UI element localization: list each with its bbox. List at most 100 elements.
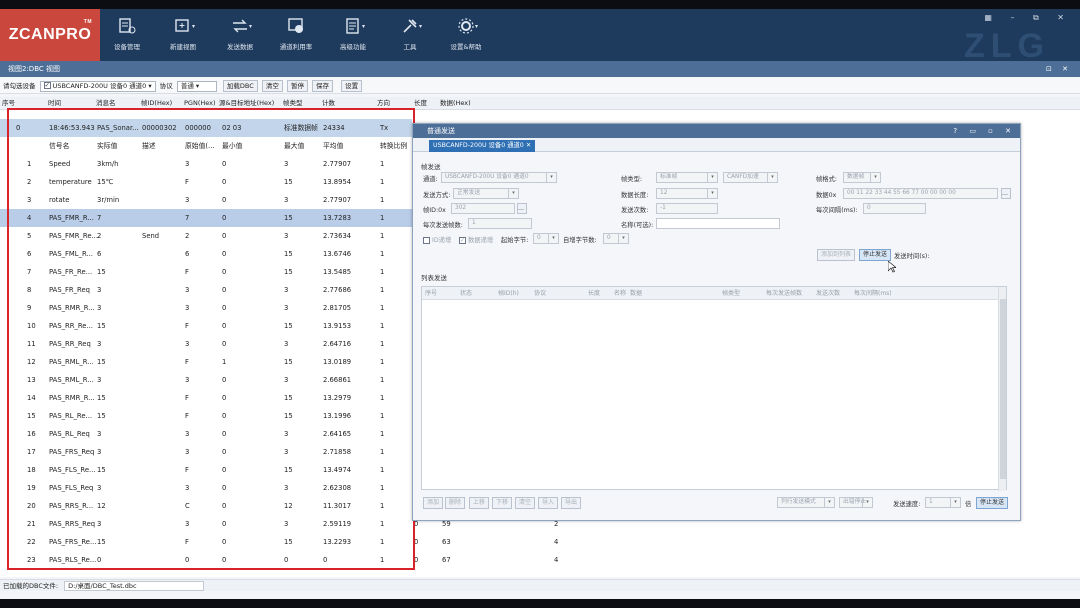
list-scrollbar[interactable]: [998, 287, 1006, 491]
signal-cell-raw: 3: [185, 484, 190, 492]
signal-cell-idx: 5: [27, 232, 32, 240]
advanced-button[interactable]: 高级功能 ▾: [324, 15, 382, 55]
signal-row[interactable]: 16 PAS_RL_Req 3 3 0 3 2.64165 1: [0, 425, 412, 443]
settings-help-button[interactable]: 设置&帮助 ▾: [437, 15, 495, 55]
list-down-button[interactable]: 下移: [492, 497, 513, 509]
device-select[interactable]: ✓ USBCANFD-200U 设备0 通道0 ▾: [39, 80, 156, 92]
dialog-tabs: USBCANFD-200U 设备0 通道0 ✕: [413, 138, 1020, 152]
new-view-button[interactable]: 新建视图 ▾: [154, 15, 212, 55]
send-mode-select[interactable]: 正常发送 ▾: [453, 188, 519, 199]
signal-row[interactable]: 9 PAS_RMR_R... 3 3 0 3 2.81705 1: [0, 299, 412, 317]
view-controls[interactable]: ⊡ ✕: [1046, 61, 1072, 77]
signal-cell-max: 3: [284, 196, 289, 204]
signal-row[interactable]: 10 PAS_RR_Re... 15 F 0 15 13.9153 1: [0, 317, 412, 335]
channel-select[interactable]: USBCANFD-200U 设备0 通道0 ▾: [441, 172, 557, 183]
signal-row[interactable]: 2 temperature 15℃ F 0 15 13.8954 1: [0, 173, 412, 191]
signal-cell-value: 15: [97, 466, 106, 474]
tab-channel[interactable]: USBCANFD-200U 设备0 通道0 ✕: [429, 140, 536, 152]
id-increment-checkbox[interactable]: ID递增: [423, 235, 451, 244]
signal-row[interactable]: 1 Speed 3km/h 3 0 3 2.77907 1: [0, 155, 412, 173]
signal-row[interactable]: 19 PAS_FLS_Req 3 3 0 3 2.62308 1: [0, 479, 412, 497]
add-to-list-button[interactable]: 添加到列表: [817, 249, 856, 261]
signal-row[interactable]: 4 PAS_FMR_R... 7 7 0 15 13.7283 1: [0, 209, 412, 227]
tail-cell-c: 4: [554, 556, 559, 564]
signal-row[interactable]: 22 PAS_FRS_Re... 15 F 0 15 13.2293 1: [0, 533, 412, 551]
data-label: 数据0x: [816, 192, 837, 199]
settings-button[interactable]: 设置: [341, 80, 363, 92]
close-icon[interactable]: ✕: [526, 142, 531, 149]
signal-row[interactable]: 17 PAS_FRS_Req 3 3 0 3 2.71858 1: [0, 443, 412, 461]
signal-row[interactable]: 5 PAS_FMR_Re... 2 Send 2 0 3 2.73634 1: [0, 227, 412, 245]
new-view-icon: [175, 19, 189, 32]
load-dbc-button[interactable]: 加载DBC: [222, 80, 258, 92]
signal-cell-avg: 2.81705: [323, 304, 352, 312]
speed-select[interactable]: 1 ▾: [925, 497, 961, 508]
signal-cell-value: 3: [97, 304, 102, 312]
signal-cell-max: 15: [284, 268, 293, 276]
tools-icon: [403, 19, 417, 33]
signal-cell-ratio: 1: [380, 466, 385, 474]
interval-field[interactable]: 0: [863, 203, 926, 214]
app-logo: ZCANPRO TM: [0, 9, 100, 61]
signal-row[interactable]: 13 PAS_RML_R... 3 3 0 3 2.66861 1: [0, 371, 412, 389]
frame-format-select[interactable]: 数据帧 ▾: [843, 172, 881, 183]
pause-button[interactable]: 暂停: [286, 80, 308, 92]
dialog-controls[interactable]: ? ▭ ▫ ✕: [953, 124, 1016, 138]
signal-cell-raw: F: [185, 322, 189, 330]
list-up-button[interactable]: 上移: [469, 497, 490, 509]
protocol-select[interactable]: 普通 ▾: [176, 80, 217, 92]
device-checkbox[interactable]: ✓: [43, 82, 51, 89]
list-add-button[interactable]: 添加: [423, 497, 444, 509]
save-button[interactable]: 保存: [312, 80, 334, 92]
device-manage-button[interactable]: 设备管理: [98, 15, 156, 55]
name-field[interactable]: [656, 218, 780, 229]
data-edit-button[interactable]: …: [1001, 188, 1011, 199]
signal-row[interactable]: 18 PAS_FLS_Re... 15 F 0 15 13.4974 1: [0, 461, 412, 479]
tools-button[interactable]: 工具 ▾: [381, 15, 439, 55]
signal-cell-raw: 6: [185, 250, 190, 258]
signal-row[interactable]: 8 PAS_FR_Req 3 3 0 3 2.77686 1: [0, 281, 412, 299]
send-data-button[interactable]: 发送数据 ▾: [211, 15, 269, 55]
dbc-file-path: D:/桌面/DBC_Test.dbc: [64, 581, 205, 591]
stop-send-button[interactable]: 停止发送: [859, 249, 892, 261]
inc-bytes-select[interactable]: 0 ▾: [603, 233, 629, 244]
frame-type-select[interactable]: 标准帧 ▾: [656, 172, 718, 183]
list-clear-button[interactable]: 清空: [515, 497, 536, 509]
signal-cell-max: 3: [284, 286, 289, 294]
signal-cell-name: PAS_RR_Req: [49, 340, 91, 348]
list-stop-select[interactable]: 出错停止 ▾: [839, 497, 873, 508]
signal-cell-desc: Send: [142, 232, 160, 240]
frame-id-button[interactable]: …: [517, 203, 527, 214]
data-field[interactable]: 00 11 22 33 44 55 66 77 00 00 00 00: [843, 188, 998, 199]
signal-row[interactable]: 12 PAS_RML_R... 15 F 1 15 13.0189 1: [0, 353, 412, 371]
per-send-field[interactable]: 1: [468, 218, 532, 229]
frame-id-field[interactable]: 302: [451, 203, 515, 214]
signal-row[interactable]: 14 PAS_RMR_R... 15 F 0 15 13.2979 1: [0, 389, 412, 407]
data-length-select[interactable]: 12 ▾: [656, 188, 718, 199]
signal-row[interactable]: 21 PAS_RRS_Req 3 3 0 3 2.59119 1: [0, 515, 412, 533]
signal-row[interactable]: 6 PAS_FML_R... 6 6 0 15 13.6746 1: [0, 245, 412, 263]
clear-button[interactable]: 清空: [261, 80, 283, 92]
signal-row[interactable]: 20 PAS_RRS_R... 12 C 0 12 11.3017 1: [0, 497, 412, 515]
signal-row[interactable]: 7 PAS_FR_Re... 15 F 0 15 13.5485 1: [0, 263, 412, 281]
window-controls[interactable]: ▦ – ⧉ ✕: [984, 13, 1072, 23]
signal-row[interactable]: 11 PAS_RR_Req 3 3 0 3 2.64716 1: [0, 335, 412, 353]
list-import-button[interactable]: 导入: [538, 497, 559, 509]
signal-row[interactable]: 23 PAS_RLS_Re... 0 0 0 0 0 1: [0, 551, 412, 569]
start-byte-select[interactable]: 0 ▾: [533, 233, 559, 244]
canfd-select[interactable]: CANFD加速 ▾: [723, 172, 778, 183]
signal-row[interactable]: 15 PAS_RL_Re... 15 F 0 15 13.1996 1: [0, 407, 412, 425]
list-stop-send-button[interactable]: 停止发送: [976, 497, 1009, 509]
message-row[interactable]: 0 18:46:53.943 PAS_Sonar... 00000302 000…: [0, 119, 412, 137]
list-mode-select[interactable]: 列行发送模式 ▾: [777, 497, 835, 508]
signal-cell-min: 0: [222, 466, 227, 474]
signal-row[interactable]: 3 rotate 3r/min 3 0 3 2.77907 1: [0, 191, 412, 209]
start-byte-label: 起始字节:: [501, 237, 529, 244]
data-increment-checkbox[interactable]: ✓ 数据递增: [459, 235, 493, 244]
device-manage-icon: [119, 18, 136, 34]
signal-cell-name: PAS_RL_Req: [49, 430, 90, 438]
list-delete-button[interactable]: 删除: [445, 497, 466, 509]
channel-usage-button[interactable]: 通道利用率: [267, 15, 325, 55]
send-count-field[interactable]: -1: [656, 203, 718, 214]
list-export-button[interactable]: 导出: [561, 497, 582, 509]
